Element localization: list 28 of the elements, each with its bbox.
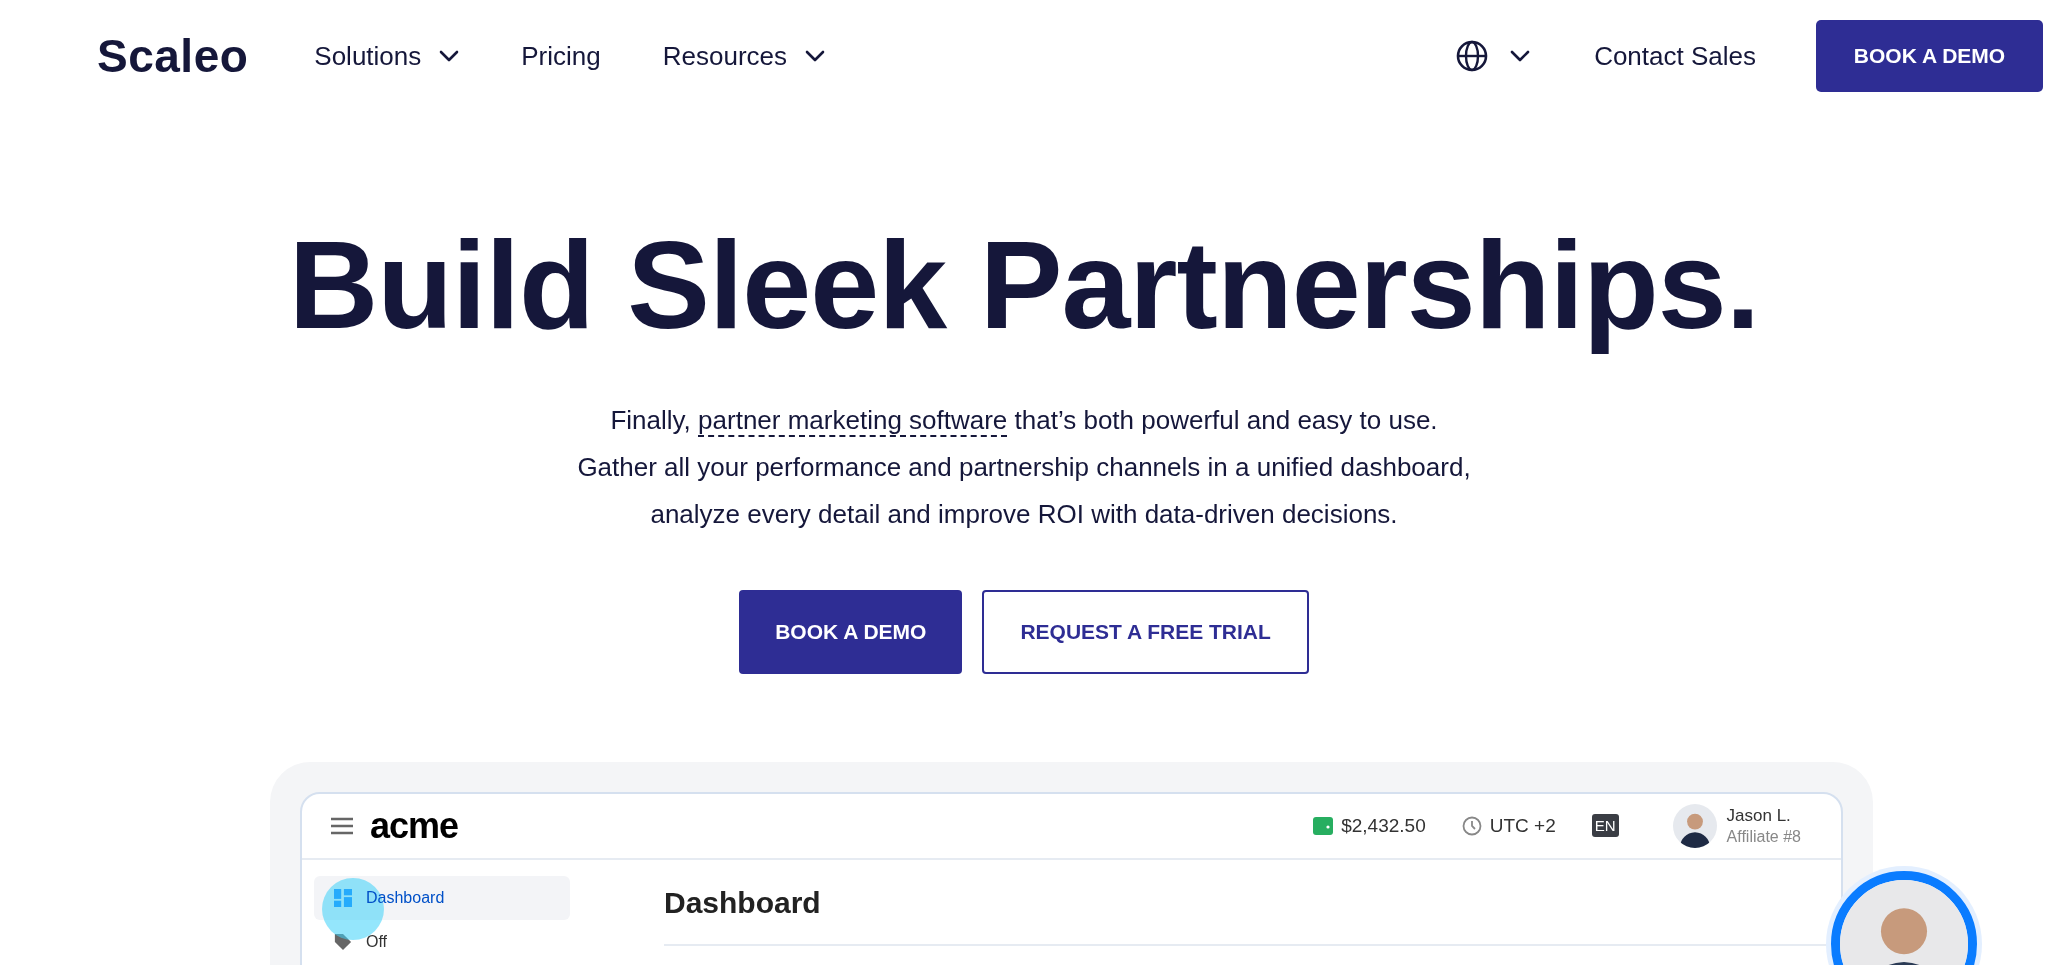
nav-item[interactable]: Resources [656,36,832,76]
chevron-down-icon [439,50,460,62]
menu-icon[interactable] [330,816,354,835]
book-demo-button[interactable]: BOOK A DEMO [739,589,963,674]
sidebar-item[interactable]: Dashboard [314,875,570,920]
nav-item[interactable]: Pricing [515,36,607,76]
partner-software-link[interactable]: partner marketing software [698,404,1008,437]
sidebar-item[interactable]: Off [314,919,570,964]
user-role: Affiliate #8 [1726,826,1801,847]
clock-icon [1461,815,1482,836]
hero-title: Build Sleek Partnerships. [287,215,1761,356]
book-demo-button[interactable]: BOOK A DEMO [1816,20,2043,92]
tag-icon [334,932,352,951]
app-logo: acme [370,804,459,847]
chevron-down-icon [1510,50,1531,62]
dashboard-icon [334,888,352,907]
nav-item[interactable]: Solutions [308,36,466,76]
logo[interactable]: Scaleo [97,29,249,83]
wallet-icon [1313,816,1334,835]
chevron-down-icon [805,50,826,62]
globe-icon [1456,40,1489,72]
language-badge[interactable]: EN [1591,814,1619,838]
hero-subtitle: Finally, partner marketing software that’s both powerful and easy to use. Gather all your performance and partnership channels in a unified dashboard, analyze every detail and improve ROI with data-driven decisions. [576,403,1472,531]
user-name: Jason L. [1726,804,1792,826]
contact-sales-link[interactable]: Contact Sales [1594,40,1756,72]
timezone-text: UTC +2 [1489,814,1556,837]
balance-text: $2,432.50 [1341,814,1426,837]
free-trial-button[interactable]: REQUEST A FREE TRIAL [982,589,1309,674]
